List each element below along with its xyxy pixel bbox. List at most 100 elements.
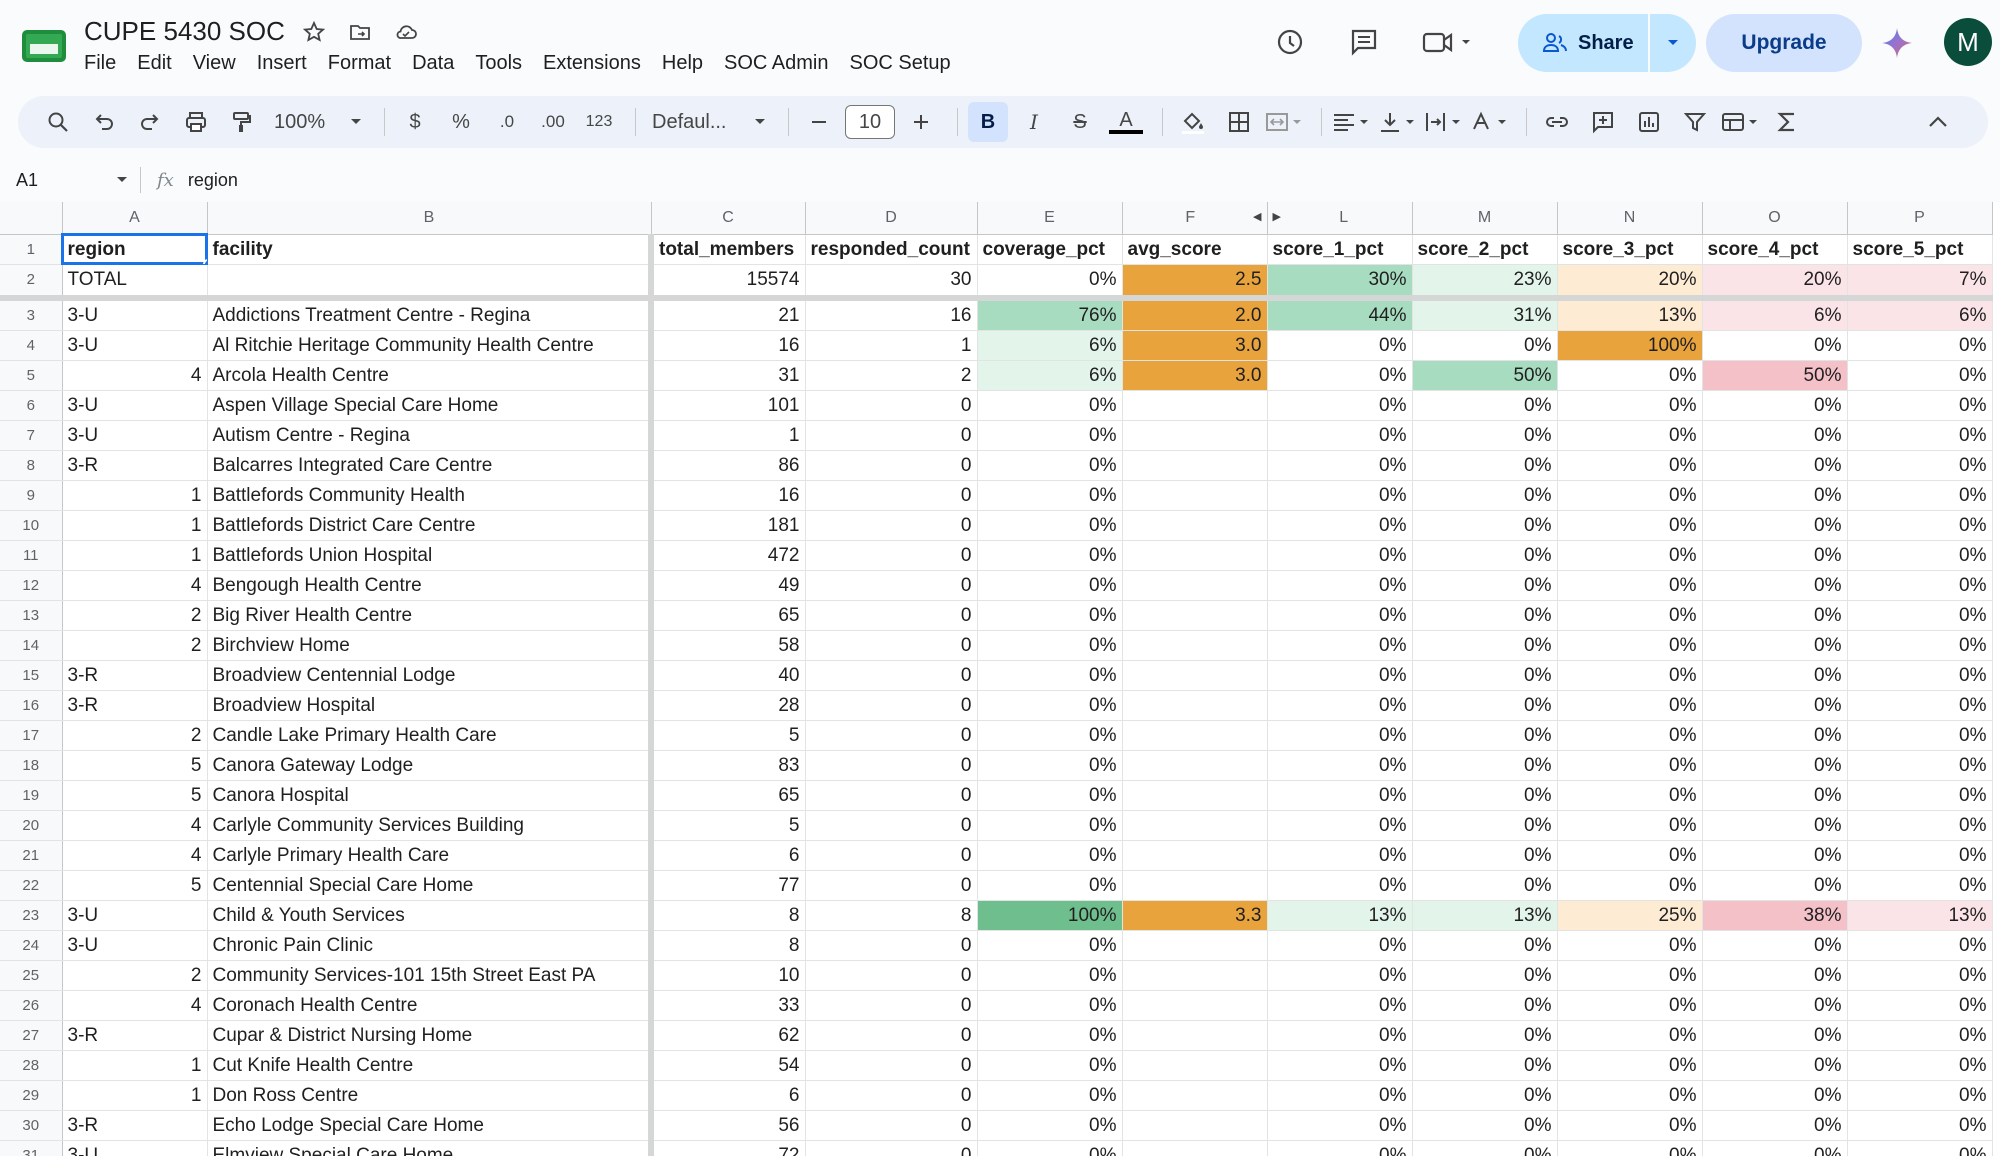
cell-f11[interactable]: [1122, 540, 1268, 571]
column-header-m[interactable]: M: [1412, 202, 1558, 235]
cell-p15[interactable]: 0%: [1847, 660, 1993, 691]
bold-button[interactable]: B: [968, 102, 1008, 142]
cell-n11[interactable]: 0%: [1557, 540, 1703, 571]
menu-soc-admin[interactable]: SOC Admin: [724, 52, 828, 75]
strikethrough-button[interactable]: S: [1060, 102, 1100, 142]
cell-p28[interactable]: 0%: [1847, 1050, 1993, 1081]
cell-p27[interactable]: 0%: [1847, 1020, 1993, 1051]
cell-o16[interactable]: 0%: [1702, 690, 1848, 721]
comments-icon[interactable]: [1344, 22, 1384, 62]
cell-b3[interactable]: Addictions Treatment Centre - Regina: [207, 298, 654, 331]
cell-d8[interactable]: 0: [805, 450, 978, 481]
cell-o14[interactable]: 0%: [1702, 630, 1848, 661]
cell-b18[interactable]: Canora Gateway Lodge: [207, 750, 654, 781]
more-formats-button[interactable]: 123: [579, 102, 619, 142]
cell-o8[interactable]: 0%: [1702, 450, 1848, 481]
cell-m23[interactable]: 13%: [1412, 900, 1558, 931]
cell-f12[interactable]: [1122, 570, 1268, 601]
cell-e17[interactable]: 0%: [977, 720, 1123, 751]
cell-e2[interactable]: 0%: [977, 264, 1123, 301]
cell-m14[interactable]: 0%: [1412, 630, 1558, 661]
cell-f14[interactable]: [1122, 630, 1268, 661]
cell-n28[interactable]: 0%: [1557, 1050, 1703, 1081]
cell-m2[interactable]: 23%: [1412, 264, 1558, 301]
cell-l15[interactable]: 0%: [1267, 660, 1413, 691]
cell-e19[interactable]: 0%: [977, 780, 1123, 811]
cell-e31[interactable]: 0%: [977, 1140, 1123, 1156]
cell-b31[interactable]: Elmview Special Care Home: [207, 1140, 654, 1156]
row-header-25[interactable]: 25: [0, 960, 63, 991]
cell-p19[interactable]: 0%: [1847, 780, 1993, 811]
cell-o18[interactable]: 0%: [1702, 750, 1848, 781]
row-header-5[interactable]: 5: [0, 360, 63, 391]
row-header-3[interactable]: 3: [0, 298, 63, 331]
formula-input[interactable]: region: [188, 170, 238, 191]
cell-n5[interactable]: 0%: [1557, 360, 1703, 391]
cell-a22[interactable]: 5: [62, 870, 208, 901]
cell-n25[interactable]: 0%: [1557, 960, 1703, 991]
cell-d29[interactable]: 0: [805, 1080, 978, 1111]
column-header-f[interactable]: F ◀: [1122, 202, 1268, 235]
cell-a31[interactable]: 3-U: [62, 1140, 208, 1156]
cell-p1[interactable]: score_5_pct: [1847, 234, 1993, 265]
cell-l26[interactable]: 0%: [1267, 990, 1413, 1021]
cell-m13[interactable]: 0%: [1412, 600, 1558, 631]
cell-b20[interactable]: Carlyle Community Services Building: [207, 810, 654, 841]
cell-c18[interactable]: 83: [651, 750, 806, 781]
cell-d3[interactable]: 16: [805, 298, 978, 331]
cell-p21[interactable]: 0%: [1847, 840, 1993, 871]
cell-f21[interactable]: [1122, 840, 1268, 871]
cell-o17[interactable]: 0%: [1702, 720, 1848, 751]
cell-f6[interactable]: [1122, 390, 1268, 421]
cell-m12[interactable]: 0%: [1412, 570, 1558, 601]
cell-n21[interactable]: 0%: [1557, 840, 1703, 871]
cell-e14[interactable]: 0%: [977, 630, 1123, 661]
cell-f25[interactable]: [1122, 960, 1268, 991]
cell-l24[interactable]: 0%: [1267, 930, 1413, 961]
cell-p12[interactable]: 0%: [1847, 570, 1993, 601]
cell-b6[interactable]: Aspen Village Special Care Home: [207, 390, 654, 421]
cell-l3[interactable]: 44%: [1267, 298, 1413, 331]
cell-f27[interactable]: [1122, 1020, 1268, 1051]
cell-a9[interactable]: 1: [62, 480, 208, 511]
cell-a13[interactable]: 2: [62, 600, 208, 631]
cell-f17[interactable]: [1122, 720, 1268, 751]
cell-b28[interactable]: Cut Knife Health Centre: [207, 1050, 654, 1081]
column-header-e[interactable]: E: [977, 202, 1123, 235]
cell-a26[interactable]: 4: [62, 990, 208, 1021]
cell-f16[interactable]: [1122, 690, 1268, 721]
print-icon[interactable]: [176, 102, 216, 142]
cell-a5[interactable]: 4: [62, 360, 208, 391]
row-header-18[interactable]: 18: [0, 750, 63, 781]
cell-c5[interactable]: 31: [651, 360, 806, 391]
cell-l13[interactable]: 0%: [1267, 600, 1413, 631]
cell-c11[interactable]: 472: [651, 540, 806, 571]
row-header-29[interactable]: 29: [0, 1080, 63, 1111]
insert-chart-icon[interactable]: [1629, 102, 1669, 142]
cell-c28[interactable]: 54: [651, 1050, 806, 1081]
cell-p23[interactable]: 13%: [1847, 900, 1993, 931]
spreadsheet-grid[interactable]: A B C D E F ◀ ▶ L M N O P 1 region facility total_member…: [0, 202, 2000, 1156]
row-header-7[interactable]: 7: [0, 420, 63, 451]
cell-e1[interactable]: coverage_pct: [977, 234, 1123, 265]
hidden-columns-arrow-icon[interactable]: ◀: [1253, 203, 1261, 232]
cell-a19[interactable]: 5: [62, 780, 208, 811]
cell-p8[interactable]: 0%: [1847, 450, 1993, 481]
insert-comment-icon[interactable]: [1583, 102, 1623, 142]
cell-p18[interactable]: 0%: [1847, 750, 1993, 781]
cell-n4[interactable]: 100%: [1557, 330, 1703, 361]
cell-c7[interactable]: 1: [651, 420, 806, 451]
cell-e26[interactable]: 0%: [977, 990, 1123, 1021]
meet-icon[interactable]: [1418, 22, 1478, 62]
cell-c15[interactable]: 40: [651, 660, 806, 691]
cell-d1[interactable]: responded_count: [805, 234, 978, 265]
cell-p30[interactable]: 0%: [1847, 1110, 1993, 1141]
upgrade-button[interactable]: Upgrade: [1706, 14, 1862, 72]
cell-n8[interactable]: 0%: [1557, 450, 1703, 481]
cell-b30[interactable]: Echo Lodge Special Care Home: [207, 1110, 654, 1141]
paint-format-icon[interactable]: [222, 102, 262, 142]
cell-b21[interactable]: Carlyle Primary Health Care: [207, 840, 654, 871]
column-header-d[interactable]: D: [805, 202, 978, 235]
cell-l29[interactable]: 0%: [1267, 1080, 1413, 1111]
currency-format-button[interactable]: $: [395, 102, 435, 142]
